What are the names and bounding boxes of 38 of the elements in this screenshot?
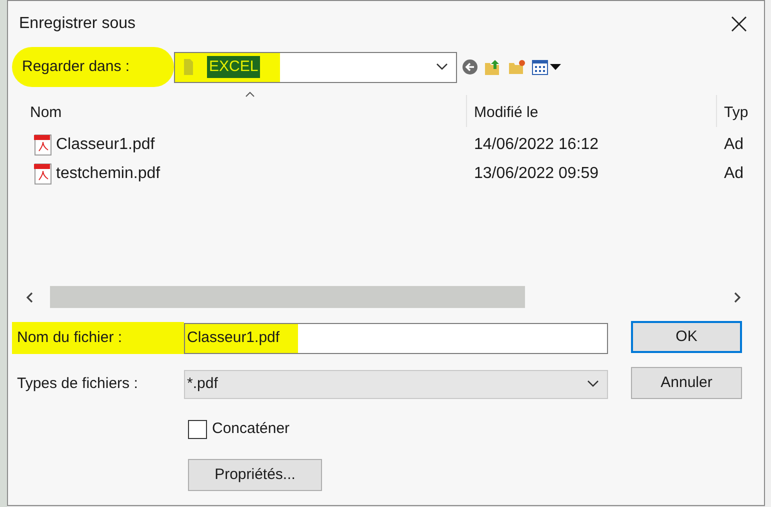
folder-up-icon[interactable] [484,58,502,76]
file-name[interactable]: testchemin.pdf [56,162,160,186]
dialog-button[interactable]: Annuler [631,367,742,399]
close-icon [730,15,748,33]
pdf-file-icon [32,134,54,156]
concatenate-label: Concaténer [212,418,290,439]
file-name-label: Nom du fichier : [17,328,122,348]
new-folder-icon[interactable] [508,59,526,75]
folder-dropdown[interactable]: EXCEL [174,52,457,82]
modified-date: 13/06/2022 09:59 [474,164,599,182]
file-type-value: *.pdf [187,374,218,394]
file-name-value: Classeur1.pdf [187,328,280,348]
file-name[interactable]: Classeur1.pdf [56,132,155,156]
properties-button[interactable]: Propriétés... [188,459,322,491]
chevron-down-icon [436,63,448,71]
chevron-right-icon [734,292,740,302]
pdf-file-icon [32,162,54,184]
scrollbar-thumb[interactable] [50,286,525,308]
chevron-down-icon [587,380,599,388]
dialog-button[interactable]: OK [631,321,742,353]
concatenate-checkbox[interactable] [188,420,207,438]
file-type-label: Types de fichiers : [17,374,138,392]
file-type-dropdown[interactable]: *.pdf [184,370,608,398]
look-in-label: Regarder dans : [22,56,130,77]
chevron-left-icon [26,292,32,302]
column-header[interactable]: Modifié le [474,102,538,124]
window-title: Enregistrer sous [19,14,136,34]
modified-date: 14/06/2022 16:12 [474,136,599,152]
column-header[interactable]: Nom [30,102,62,124]
folder-name: EXCEL [207,56,260,78]
grid-view-icon [532,60,548,74]
column-header[interactable]: Typ [724,102,748,124]
caret-icon [550,64,561,70]
view-menu-button[interactable] [532,60,561,74]
back-icon[interactable] [462,59,478,75]
file-type: Ad [724,164,744,182]
file-name-field[interactable]: Classeur1.pdf [184,322,608,354]
file-type: Ad [724,136,744,152]
